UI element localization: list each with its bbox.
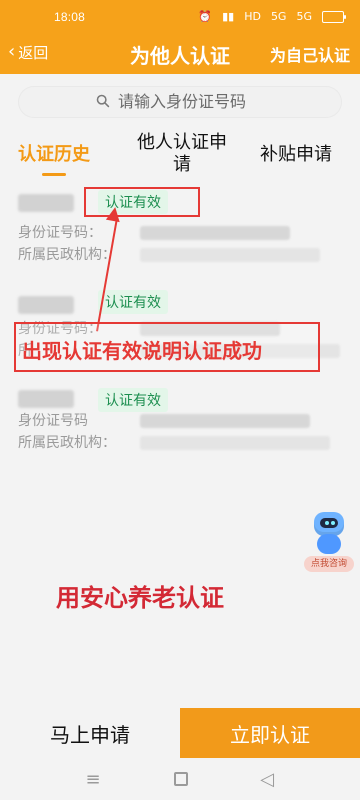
back-glyph: ◁ [260,768,274,790]
status-bar: 18:08 ⏰ ▮▮ HD 5G 5G [0,0,360,32]
robot-body [317,534,341,554]
search-input[interactable] [116,91,340,115]
signal-hd-text: HD [244,10,261,23]
record-item-3[interactable]: 认证有效 身份证号码 所属民政机构： [18,384,338,470]
tab-apply-others[interactable]: 他人认证申 请 [128,132,236,176]
verify-now-button[interactable]: 立即认证 [180,708,360,758]
org-value-redacted [140,436,330,450]
search-icon [96,94,110,108]
wifi-text: 5G [296,10,312,23]
screen: 18:08 ⏰ ▮▮ HD 5G 5G ‹ 返回 为他人认证 为自己认证 请输入… [0,0,360,800]
status-time: 18:08 [54,10,86,24]
alarm-icon: ⏰ [198,10,213,23]
overlay-watermark: 用安心养老认证 [56,584,224,612]
name-redacted [18,194,74,212]
home-square [174,772,188,786]
for-self-auth-link[interactable]: 为自己认证 [270,42,350,66]
back-triangle-icon[interactable]: ◁ [256,768,278,790]
assistant-robot[interactable]: 点我咨询 [304,512,354,576]
app-navbar: ‹ 返回 为他人认证 为自己认证 [0,32,360,74]
tab-apply-others-label: 他人认证申 请 [137,132,227,175]
robot-eye-right [331,521,335,525]
annotation-arrowhead [105,205,123,223]
robot-eye-left [325,521,329,525]
status-badge: 认证有效 [98,388,168,412]
name-redacted [18,296,74,314]
annotation-text: 出现认证有效说明认证成功 [22,339,262,363]
org-label: 所属民政机构： [18,247,116,263]
robot-label: 点我咨询 [304,556,354,572]
id-value-redacted [140,226,290,240]
tabs: 认证历史 他人认证申 请 补贴申请 [0,128,360,182]
id-label: 身份证号码 [18,413,88,429]
badge-highlight-box [84,187,200,217]
org-label: 所属民政机构： [18,435,116,451]
robot-face [320,518,338,528]
battery-icon [322,10,346,23]
tab-subsidy-label: 补贴申请 [260,144,332,165]
id-value-redacted [140,414,310,428]
status-badge: 认证有效 [98,290,168,314]
tab-history[interactable]: 认证历史 [18,140,90,176]
org-value-redacted [140,248,320,262]
active-tab-underline [42,173,66,176]
apply-now-button[interactable]: 马上申请 [0,708,180,758]
search-bar[interactable] [18,86,342,118]
status-icons: ⏰ ▮▮ HD 5G 5G [198,10,346,23]
network-text: 5G [270,10,287,23]
id-label: 身份证号码： [18,225,102,241]
name-redacted [18,390,74,408]
menu-icon[interactable]: ≡ [82,768,104,790]
top-bar: 18:08 ⏰ ▮▮ HD 5G 5G ‹ 返回 为他人认证 为自己认证 [0,0,360,74]
vibrate-icon: ▮▮ [222,10,235,23]
tab-subsidy[interactable]: 补贴申请 [260,140,332,166]
menu-glyph: ≡ [85,768,101,790]
bottom-action-bar: 马上申请 立即认证 [0,708,360,758]
home-icon[interactable] [170,768,192,790]
tab-history-label: 认证历史 [18,144,90,165]
system-navigation: ≡ ◁ [0,758,360,800]
